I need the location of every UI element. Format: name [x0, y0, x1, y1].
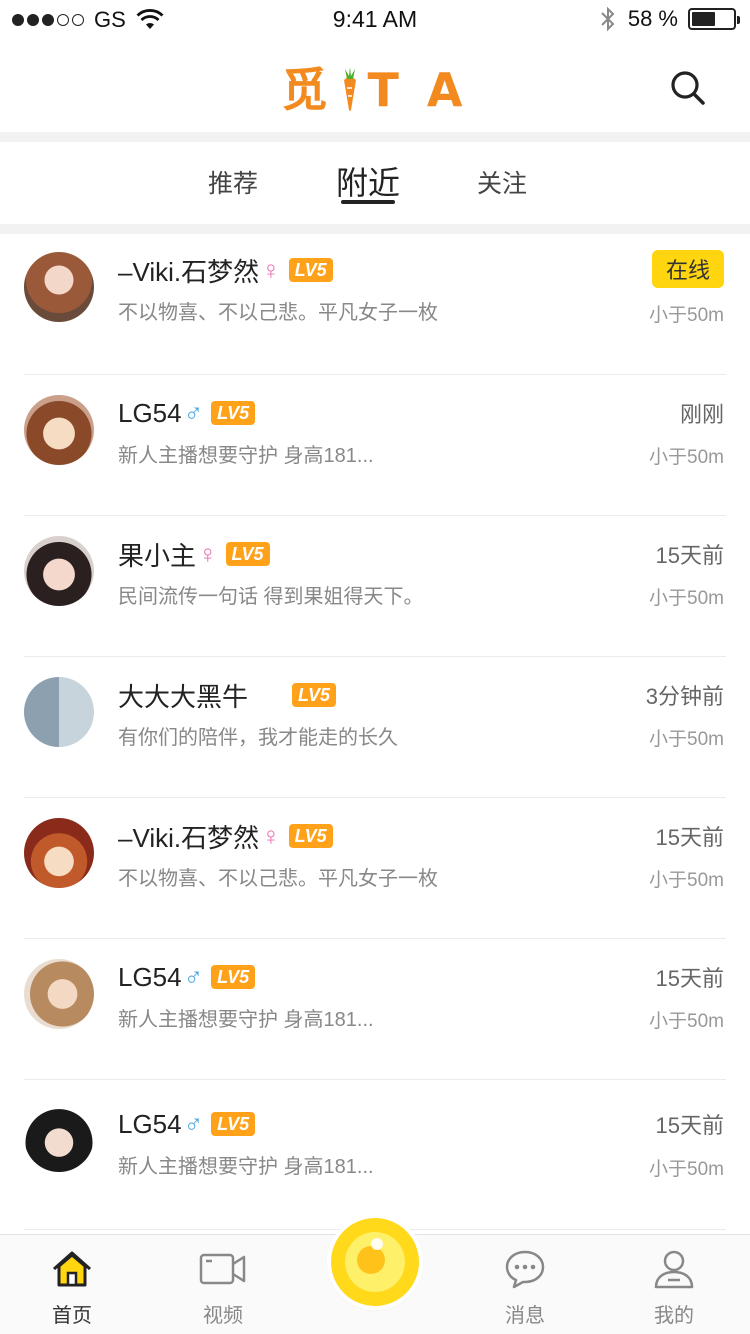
- tab-home[interactable]: 首页: [22, 1247, 122, 1328]
- distance-text: 小于50m: [649, 588, 724, 609]
- last-active-time: 15天前: [655, 825, 724, 850]
- tab-nearby[interactable]: 附近: [336, 158, 400, 204]
- name-line: LG54 ♂ LV5: [118, 395, 256, 431]
- level-badge: LV5: [292, 683, 337, 707]
- name-line: –Viki.石梦然 ♀ LV5: [118, 818, 333, 854]
- list-item[interactable]: LG54 ♂ LV5 新人主播想要守护 身高181... 刚刚 小于50m: [0, 375, 750, 516]
- level-badge: LV5: [211, 1112, 256, 1136]
- tab-follow[interactable]: 关注: [477, 164, 527, 200]
- male-icon: ♂: [183, 397, 204, 428]
- avatar[interactable]: [24, 395, 94, 465]
- last-active-time: 15天前: [655, 1113, 724, 1138]
- tab-bar-top: 推荐 附近 关注: [0, 142, 750, 224]
- battery-icon: [688, 8, 740, 30]
- name-line: 果小主 ♀ LV5: [118, 536, 270, 572]
- tabs-separator: [0, 224, 750, 234]
- distance-text: 小于50m: [649, 1011, 724, 1032]
- user-icon: [654, 1250, 694, 1289]
- female-icon: ♀: [261, 254, 281, 285]
- user-signature: 民间流传一句话 得到果姐得天下。: [118, 586, 424, 608]
- name-line: LG54 ♂ LV5: [118, 1106, 256, 1142]
- level-badge: LV5: [225, 542, 270, 566]
- tab-message-label: 消息: [505, 1305, 545, 1327]
- user-signature: 新人主播想要守护 身高181...: [118, 1156, 374, 1178]
- user-signature: 新人主播想要守护 身高181...: [118, 445, 374, 467]
- user-name: LG54: [118, 1108, 182, 1139]
- avatar[interactable]: [24, 677, 94, 747]
- battery-group: 58 %: [598, 6, 740, 32]
- user-name: –Viki.石梦然: [118, 256, 260, 287]
- app-logo: 觅T A: [0, 54, 750, 120]
- bluetooth-icon: [601, 6, 615, 32]
- distance-text: 小于50m: [649, 729, 724, 750]
- user-signature: 新人主播想要守护 身高181...: [118, 1009, 374, 1031]
- avatar[interactable]: [24, 959, 94, 1029]
- distance-text: 小于50m: [649, 870, 724, 891]
- level-badge: LV5: [288, 258, 333, 282]
- list-item[interactable]: –Viki.石梦然 ♀ LV5 不以物喜、不以己悲。平凡女子一枚 15天前 小于…: [0, 798, 750, 939]
- user-signature: 不以物喜、不以己悲。平凡女子一枚: [118, 868, 438, 890]
- last-active-time: 刚刚: [679, 402, 724, 427]
- user-signature: 不以物喜、不以己悲。平凡女子一枚: [118, 302, 438, 324]
- app-header: 觅T A: [0, 40, 750, 132]
- user-name: –Viki.石梦然: [118, 822, 260, 853]
- user-name: LG54: [118, 961, 182, 992]
- tab-message[interactable]: 消息: [475, 1247, 575, 1328]
- distance-text: 小于50m: [649, 305, 724, 326]
- list-item[interactable]: 果小主 ♀ LV5 民间流传一句话 得到果姐得天下。 15天前 小于50m: [0, 516, 750, 657]
- tab-profile-label: 我的: [654, 1305, 694, 1327]
- female-icon: ♀: [198, 538, 218, 569]
- user-name: 果小主: [118, 540, 197, 571]
- level-badge: LV5: [211, 401, 256, 425]
- level-badge: LV5: [288, 824, 333, 848]
- home-icon: [53, 1251, 91, 1287]
- tab-video[interactable]: 视频: [173, 1247, 273, 1328]
- video-icon: [199, 1253, 246, 1285]
- logo-char-3: A: [426, 63, 469, 117]
- user-signature: 有你们的陪伴，我才能走的长久: [118, 727, 398, 749]
- avatar[interactable]: [24, 252, 94, 322]
- logo-char-1: 觅: [281, 63, 334, 117]
- battery-percent: 58 %: [627, 6, 678, 31]
- user-name: LG54: [118, 397, 182, 428]
- list-item[interactable]: LG54 ♂ LV5 新人主播想要守护 身高181... 15天前 小于50m: [0, 1080, 750, 1230]
- tab-profile[interactable]: 我的: [624, 1247, 724, 1328]
- logo-char-2: T: [367, 63, 405, 117]
- name-line: 大大大黑牛 LV5: [118, 677, 337, 713]
- male-icon: ♂: [183, 1108, 204, 1139]
- message-icon: [505, 1250, 545, 1289]
- last-active-time: 15天前: [655, 543, 724, 568]
- tab-recommend[interactable]: 推荐: [208, 164, 258, 200]
- avatar[interactable]: [24, 818, 94, 888]
- tab-active-indicator: [341, 200, 395, 204]
- list-item[interactable]: 大大大黑牛 LV5 有你们的陪伴，我才能走的长久 3分钟前 小于50m: [0, 657, 750, 798]
- name-line: –Viki.石梦然 ♀ LV5: [118, 252, 333, 288]
- tab-video-label: 视频: [203, 1305, 243, 1327]
- user-name: 大大大黑牛: [118, 681, 249, 712]
- online-badge: 在线: [651, 250, 724, 288]
- tab-home-label: 首页: [52, 1305, 92, 1327]
- name-line: LG54 ♂ LV5: [118, 959, 256, 995]
- distance-text: 小于50m: [649, 447, 724, 468]
- avatar[interactable]: [24, 536, 94, 606]
- distance-text: 小于50m: [649, 1159, 724, 1180]
- male-icon: ♂: [183, 961, 204, 992]
- live-icon[interactable]: [331, 1218, 419, 1306]
- carrot-icon: [344, 67, 357, 111]
- header-separator: [0, 132, 750, 142]
- avatar[interactable]: [24, 1102, 94, 1172]
- search-icon[interactable]: [668, 68, 708, 108]
- list-item[interactable]: LG54 ♂ LV5 新人主播想要守护 身高181... 15天前 小于50m: [0, 939, 750, 1080]
- last-active-time: 3分钟前: [645, 684, 724, 709]
- status-bar: GS 9:41 AM 58 %: [0, 0, 750, 40]
- list-item[interactable]: –Viki.石梦然 ♀ LV5 不以物喜、不以己悲。平凡女子一枚 在线 小于50…: [0, 234, 750, 375]
- level-badge: LV5: [211, 965, 256, 989]
- last-active-time: 15天前: [655, 966, 724, 991]
- female-icon: ♀: [261, 820, 281, 851]
